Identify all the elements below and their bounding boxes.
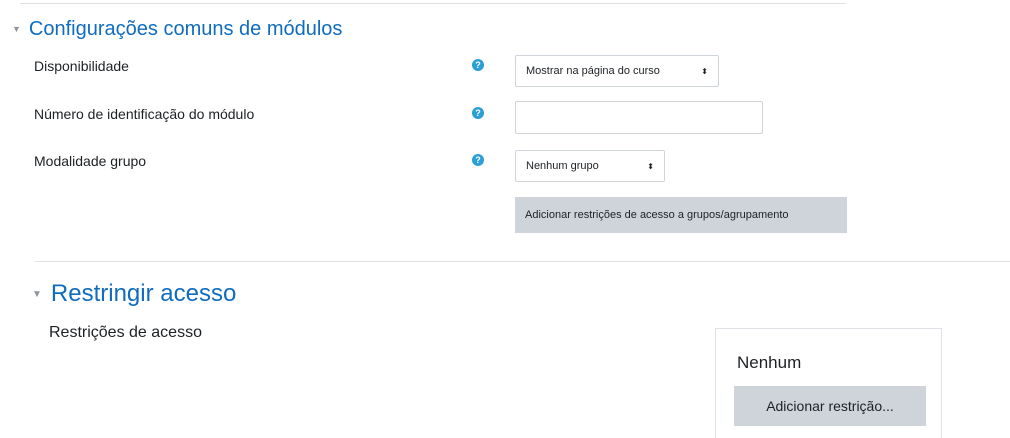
no-restrictions-text: Nenhum — [737, 353, 802, 372]
question-circle-icon[interactable]: ? — [472, 107, 484, 119]
availability-select[interactable]: Mostrar na página do curso ⬍ — [515, 55, 719, 87]
id-number-input[interactable] — [515, 101, 763, 134]
restrictions-box: Nenhum Adicionar restrição... — [715, 328, 942, 438]
availability-label: Disponibilidade — [34, 58, 129, 74]
section-title[interactable]: Configurações comuns de módulos — [29, 18, 343, 41]
add-group-restrictions-button[interactable]: Adicionar restrições de acesso a grupos/… — [515, 197, 847, 233]
group-mode-select[interactable]: Nenhum grupo ⬍ — [515, 150, 665, 182]
add-group-restrictions-label: Adicionar restrições de acesso a grupos/… — [525, 209, 789, 221]
access-restrictions-label: Restrições de acesso — [49, 324, 202, 341]
id-number-label: Número de identificação do módulo — [34, 106, 255, 122]
section-common-modules[interactable]: ▼ Configurações comuns de módulos — [12, 17, 342, 41]
group-mode-value: Nenhum grupo — [526, 160, 599, 172]
question-circle-icon[interactable]: ? — [472, 59, 484, 71]
add-restriction-label: Adicionar restrição... — [766, 398, 894, 414]
caret-down-icon[interactable]: ▼ — [12, 24, 21, 34]
caret-down-icon[interactable]: ▼ — [32, 289, 42, 300]
section-title[interactable]: Restringir acesso — [51, 280, 236, 308]
group-mode-label: Modalidade grupo — [34, 153, 147, 169]
section-divider — [35, 261, 1010, 262]
add-restriction-button[interactable]: Adicionar restrição... — [734, 386, 926, 426]
sort-arrows-icon: ⬍ — [701, 66, 708, 76]
top-divider — [20, 3, 846, 4]
section-restrict-access[interactable]: ▼ Restringir acesso — [32, 279, 236, 309]
sort-arrows-icon: ⬍ — [647, 161, 654, 171]
availability-value: Mostrar na página do curso — [526, 65, 660, 77]
question-circle-icon[interactable]: ? — [472, 154, 484, 166]
